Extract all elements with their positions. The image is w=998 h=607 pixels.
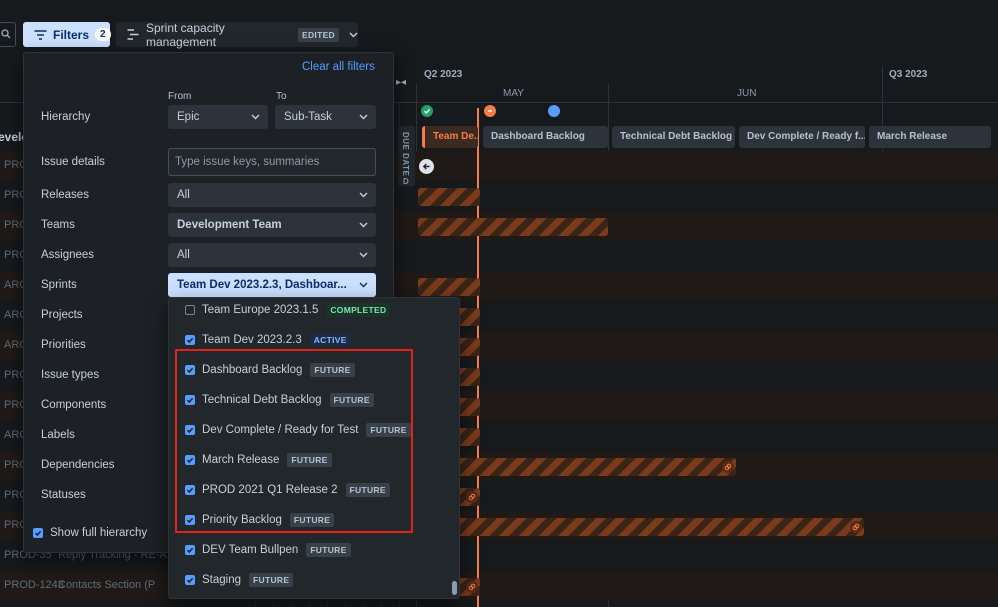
month-label: JUN — [737, 88, 757, 99]
sprint-option[interactable]: DEV Team Bullpen FUTURE — [185, 543, 351, 557]
sprint-option-label: DEV Team Bullpen — [202, 544, 299, 556]
chevron-down-icon — [350, 222, 376, 228]
dropdown-scrollbar[interactable] — [452, 581, 457, 595]
hierarchy-from-select[interactable]: Epic — [168, 105, 268, 129]
sprint-chip[interactable]: Dev Complete / Ready f... — [739, 126, 865, 148]
filter-icon — [34, 29, 47, 40]
sprint-option-label: Team Dev 2023.2.3 — [202, 334, 302, 346]
sprint-state-lozenge: ACTIVE — [309, 333, 351, 347]
checkbox-checked-icon — [33, 528, 43, 538]
assignees-label: Assignees — [41, 249, 95, 261]
timeline-bar[interactable] — [418, 188, 480, 206]
projects-label[interactable]: Projects — [41, 309, 83, 321]
link-icon[interactable] — [850, 521, 862, 533]
filters-button[interactable]: Filters 2 — [23, 22, 111, 47]
labels-label[interactable]: Labels — [41, 429, 75, 441]
filters-label: Filters — [53, 27, 90, 42]
sprint-marker-icon[interactable] — [548, 105, 560, 117]
sprint-warning-icon[interactable] — [484, 105, 496, 117]
show-full-hierarchy-checkbox[interactable]: Show full hierarchy — [33, 527, 147, 539]
month-label: MAY — [503, 88, 524, 99]
view-selector-button[interactable]: Sprint capacity management EDITED — [116, 20, 358, 49]
releases-select[interactable]: All — [168, 183, 376, 207]
link-icon[interactable] — [466, 491, 478, 503]
due-col-letter: D — [403, 177, 409, 186]
timeline-bar[interactable] — [418, 218, 608, 236]
sprint-option-label: Staging — [202, 574, 242, 586]
from-label: From — [168, 91, 192, 102]
link-icon[interactable] — [466, 581, 478, 593]
filters-count-badge: 2 — [95, 28, 111, 41]
statuses-label[interactable]: Statuses — [41, 489, 86, 501]
hierarchy-label: Hierarchy — [41, 111, 91, 123]
releases-label: Releases — [41, 189, 89, 201]
checkbox-empty-icon[interactable] — [185, 305, 195, 315]
chevron-down-icon — [350, 114, 376, 120]
sprint-chip[interactable]: Technical Debt Backlog — [612, 126, 735, 148]
chevron-down-icon — [350, 192, 376, 198]
search-icon — [1, 29, 11, 39]
sprints-label: Sprints — [41, 279, 77, 291]
sprint-state-lozenge: FUTURE — [306, 543, 351, 557]
issue-details-input[interactable] — [168, 148, 376, 176]
row-issue-title[interactable]: Contacts Section (P — [58, 579, 155, 591]
checkbox-checked-icon[interactable] — [185, 545, 195, 555]
priorities-label[interactable]: Priorities — [41, 339, 86, 351]
hierarchy-to-select[interactable]: Sub-Task — [275, 105, 376, 129]
quarter-label: Q2 2023 — [424, 69, 463, 80]
sprint-option[interactable]: Team Dev 2023.2.3 ACTIVE — [185, 333, 351, 347]
clear-all-filters-link[interactable]: Clear all filters — [302, 61, 375, 73]
issue-types-label[interactable]: Issue types — [41, 369, 99, 381]
search-button[interactable] — [0, 22, 16, 47]
teams-label: Teams — [41, 219, 75, 231]
chevron-down-icon — [350, 252, 376, 258]
show-full-hierarchy-label: Show full hierarchy — [50, 527, 148, 539]
sprint-option[interactable]: Staging FUTURE — [185, 573, 294, 587]
chevron-down-icon — [350, 282, 376, 288]
quarter-label: Q3 2023 — [889, 69, 928, 80]
back-arrow-icon[interactable] — [419, 159, 434, 174]
checkbox-checked-icon[interactable] — [185, 575, 195, 585]
sprint-option[interactable]: Team Europe 2023.1.5 COMPLETED — [185, 303, 391, 317]
issue-details-label: Issue details — [41, 156, 105, 168]
sprint-chip[interactable]: Dashboard Backlog — [483, 126, 608, 148]
sprint-complete-icon[interactable] — [421, 105, 433, 117]
sprint-state-lozenge: FUTURE — [249, 573, 294, 587]
sprint-chip[interactable]: Team De... — [422, 126, 478, 148]
sprint-option-label: Team Europe 2023.1.5 — [202, 304, 319, 316]
sprints-select[interactable]: Team Dev 2023.2.3, Dashboar... — [168, 273, 376, 297]
checkbox-checked-icon[interactable] — [185, 335, 195, 345]
timeline-bar[interactable] — [418, 278, 480, 296]
edited-badge: EDITED — [298, 27, 339, 42]
view-name: Sprint capacity management — [146, 20, 225, 49]
view-settings-icon — [127, 29, 139, 40]
to-label: To — [276, 91, 287, 102]
timeline-bar[interactable] — [418, 458, 736, 476]
teams-select[interactable]: Development Team — [168, 213, 376, 237]
collapse-columns-icon[interactable]: ▸◂ — [396, 77, 406, 88]
chevron-down-icon — [349, 32, 358, 38]
chevron-down-icon — [242, 114, 268, 120]
components-label[interactable]: Components — [41, 399, 106, 411]
sprint-state-lozenge: COMPLETED — [326, 303, 391, 317]
highlight-annotation-box — [175, 349, 413, 533]
timeline-bar[interactable] — [418, 518, 864, 536]
due-date-label: DUE DATE — [401, 132, 410, 177]
dependencies-label[interactable]: Dependencies — [41, 459, 115, 471]
link-icon[interactable] — [722, 461, 734, 473]
assignees-select[interactable]: All — [168, 243, 376, 267]
row-issue-key[interactable]: PROD-1243 — [4, 579, 64, 591]
sprint-chip[interactable]: March Release — [869, 126, 991, 148]
timeline-row[interactable]: PROD-1243 Contacts Section (P — [0, 571, 998, 601]
